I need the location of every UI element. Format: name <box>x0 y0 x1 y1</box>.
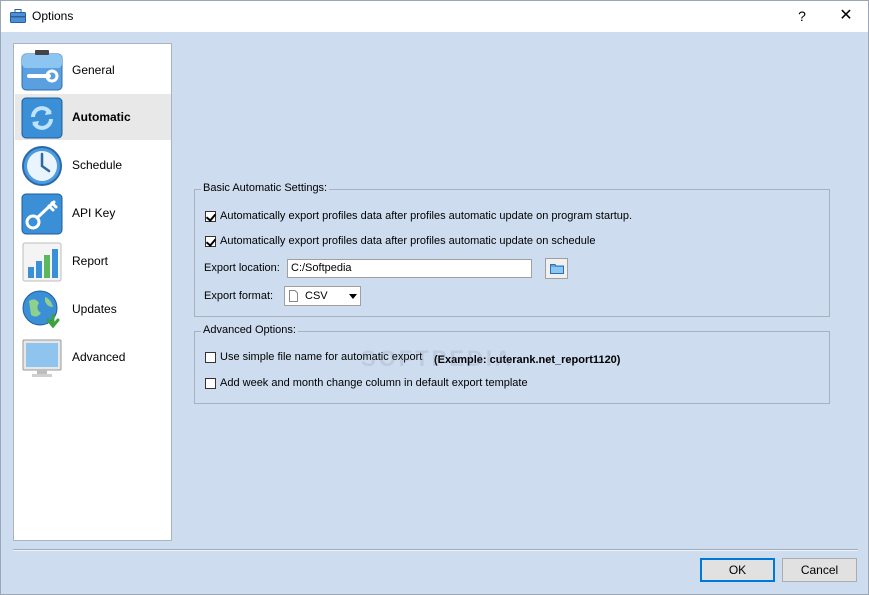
group-legend: Advanced Options: <box>201 324 298 336</box>
ok-button[interactable]: OK <box>700 558 775 582</box>
sidebar-item-schedule[interactable]: Schedule <box>15 142 171 188</box>
footer-divider <box>13 549 858 551</box>
key-icon <box>21 193 63 235</box>
checkbox-label: Automatically export profiles data after… <box>220 235 596 248</box>
checkbox-label: Add week and month change column in defa… <box>220 377 528 390</box>
sidebar-item-label: Report <box>72 254 109 268</box>
checkbox-label: Automatically export profiles data after… <box>220 210 633 223</box>
close-button[interactable]: ✕ <box>834 6 858 26</box>
sidebar-item-label: Advanced <box>72 350 126 364</box>
sidebar-item-automatic[interactable]: Automatic <box>15 94 171 140</box>
clock-icon <box>22 146 62 186</box>
sidebar-item-label: General <box>72 63 115 77</box>
sidebar-item-general[interactable]: General <box>15 47 171 93</box>
export-format-select[interactable]: CSV <box>284 286 361 306</box>
window-title: Options <box>32 9 74 23</box>
sidebar-item-report[interactable]: Report <box>15 238 171 284</box>
export-format-label: Export format: <box>204 290 274 302</box>
group-legend: Basic Automatic Settings: <box>201 182 330 194</box>
week-month-column-checkbox[interactable] <box>205 377 216 389</box>
export-location-input[interactable]: C:/Softpedia <box>287 259 532 278</box>
sidebar-item-label: API Key <box>72 206 116 220</box>
sidebar-item-label: Updates <box>72 302 117 316</box>
simple-file-name-checkbox[interactable] <box>205 351 216 363</box>
browse-folder-button[interactable] <box>545 258 568 279</box>
sidebar-item-updates[interactable]: Updates <box>15 286 171 332</box>
bar-chart-icon <box>22 242 62 282</box>
refresh-icon <box>21 97 63 139</box>
sidebar-item-label: Automatic <box>72 110 131 124</box>
document-icon <box>289 290 298 302</box>
export-on-schedule-option[interactable]: Automatically export profiles data after… <box>205 235 595 251</box>
export-on-startup-option[interactable]: Automatically export profiles data after… <box>205 210 632 226</box>
export-format-value: CSV <box>305 290 328 302</box>
export-on-startup-checkbox[interactable] <box>205 210 216 222</box>
watermark: SOFTPEDIA <box>361 346 514 371</box>
sidebar-item-advanced[interactable]: Advanced <box>15 334 171 380</box>
basic-automatic-settings-group: Basic Automatic Settings: Automatically … <box>194 182 830 317</box>
category-sidebar: General Automatic Schedule API Key Repor… <box>13 43 172 541</box>
sidebar-item-label: Schedule <box>72 158 123 172</box>
monitor-icon <box>22 339 62 377</box>
week-month-column-option[interactable]: Add week and month change column in defa… <box>205 377 528 393</box>
globe-download-icon <box>22 290 60 329</box>
export-location-label: Export location: <box>204 262 280 274</box>
options-dialog: Options ? ✕ General Automatic Schedule A… <box>0 0 869 595</box>
chevron-down-icon <box>349 294 357 299</box>
toolbox-icon <box>10 9 26 23</box>
title-bar: Options ? ✕ <box>1 1 868 32</box>
wrench-icon <box>21 50 63 91</box>
export-on-schedule-checkbox[interactable] <box>205 235 216 247</box>
sidebar-item-api-key[interactable]: API Key <box>15 190 171 236</box>
help-button[interactable]: ? <box>791 6 813 26</box>
folder-icon <box>550 264 564 274</box>
cancel-button[interactable]: Cancel <box>782 558 857 582</box>
